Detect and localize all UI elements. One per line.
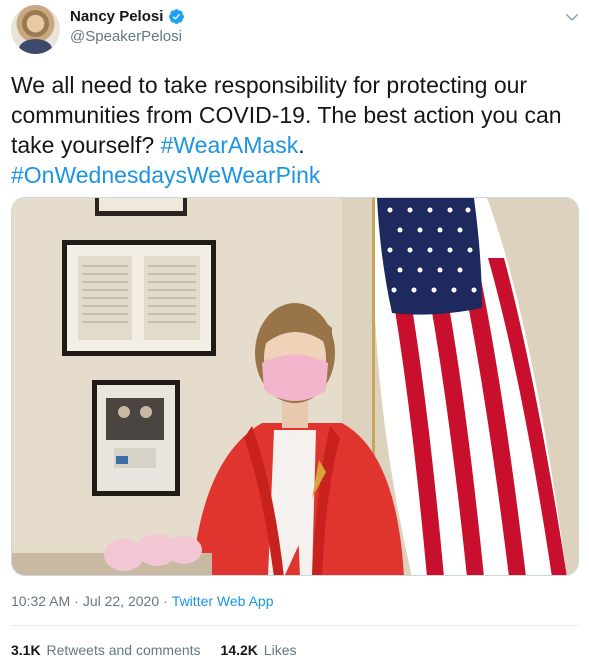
avatar[interactable]: [11, 5, 60, 54]
chevron-down-icon[interactable]: [563, 8, 581, 26]
author-handle[interactable]: @SpeakerPelosi: [70, 28, 185, 45]
meta-separator: ·: [163, 593, 168, 609]
tweet-photo[interactable]: [11, 197, 579, 576]
tweet-source-link[interactable]: Twitter Web App: [172, 593, 274, 609]
tweet-text: We all need to take responsibility for p…: [11, 70, 581, 190]
verified-badge-icon: [169, 9, 185, 24]
avatar-shoulders: [19, 39, 52, 54]
author-name-row: Nancy Pelosi: [70, 8, 185, 25]
author-name[interactable]: Nancy Pelosi: [70, 8, 163, 25]
likes-stat[interactable]: 14.2K Likes: [221, 642, 297, 658]
likes-label: Likes: [263, 642, 297, 658]
tweet-date[interactable]: Jul 22, 2020: [83, 593, 159, 609]
likes-count: 14.2K: [220, 642, 258, 658]
tweet-meta: 10:32 AM · Jul 22, 2020 · Twitter Web Ap…: [11, 593, 273, 609]
hashtag-onwednesdayswewearpink[interactable]: #OnWednesdaysWeWearPink: [11, 162, 320, 188]
meta-separator: ·: [74, 593, 79, 609]
divider: [11, 625, 579, 626]
retweets-stat[interactable]: 3.1K Retweets and comments: [11, 642, 201, 658]
tweet-text-period: .: [298, 132, 305, 158]
hashtag-wearamask[interactable]: #WearAMask: [161, 132, 299, 158]
author-block[interactable]: Nancy Pelosi @SpeakerPelosi: [70, 8, 185, 45]
tweet-time[interactable]: 10:32 AM: [11, 593, 70, 609]
retweets-count: 3.1K: [11, 642, 41, 658]
retweets-label: Retweets and comments: [46, 642, 201, 658]
tweet-card: Nancy Pelosi @SpeakerPelosi We all need …: [0, 0, 589, 672]
photo-illustration: [12, 198, 578, 575]
tweet-stats: 3.1K Retweets and comments 14.2K Likes: [11, 642, 296, 658]
